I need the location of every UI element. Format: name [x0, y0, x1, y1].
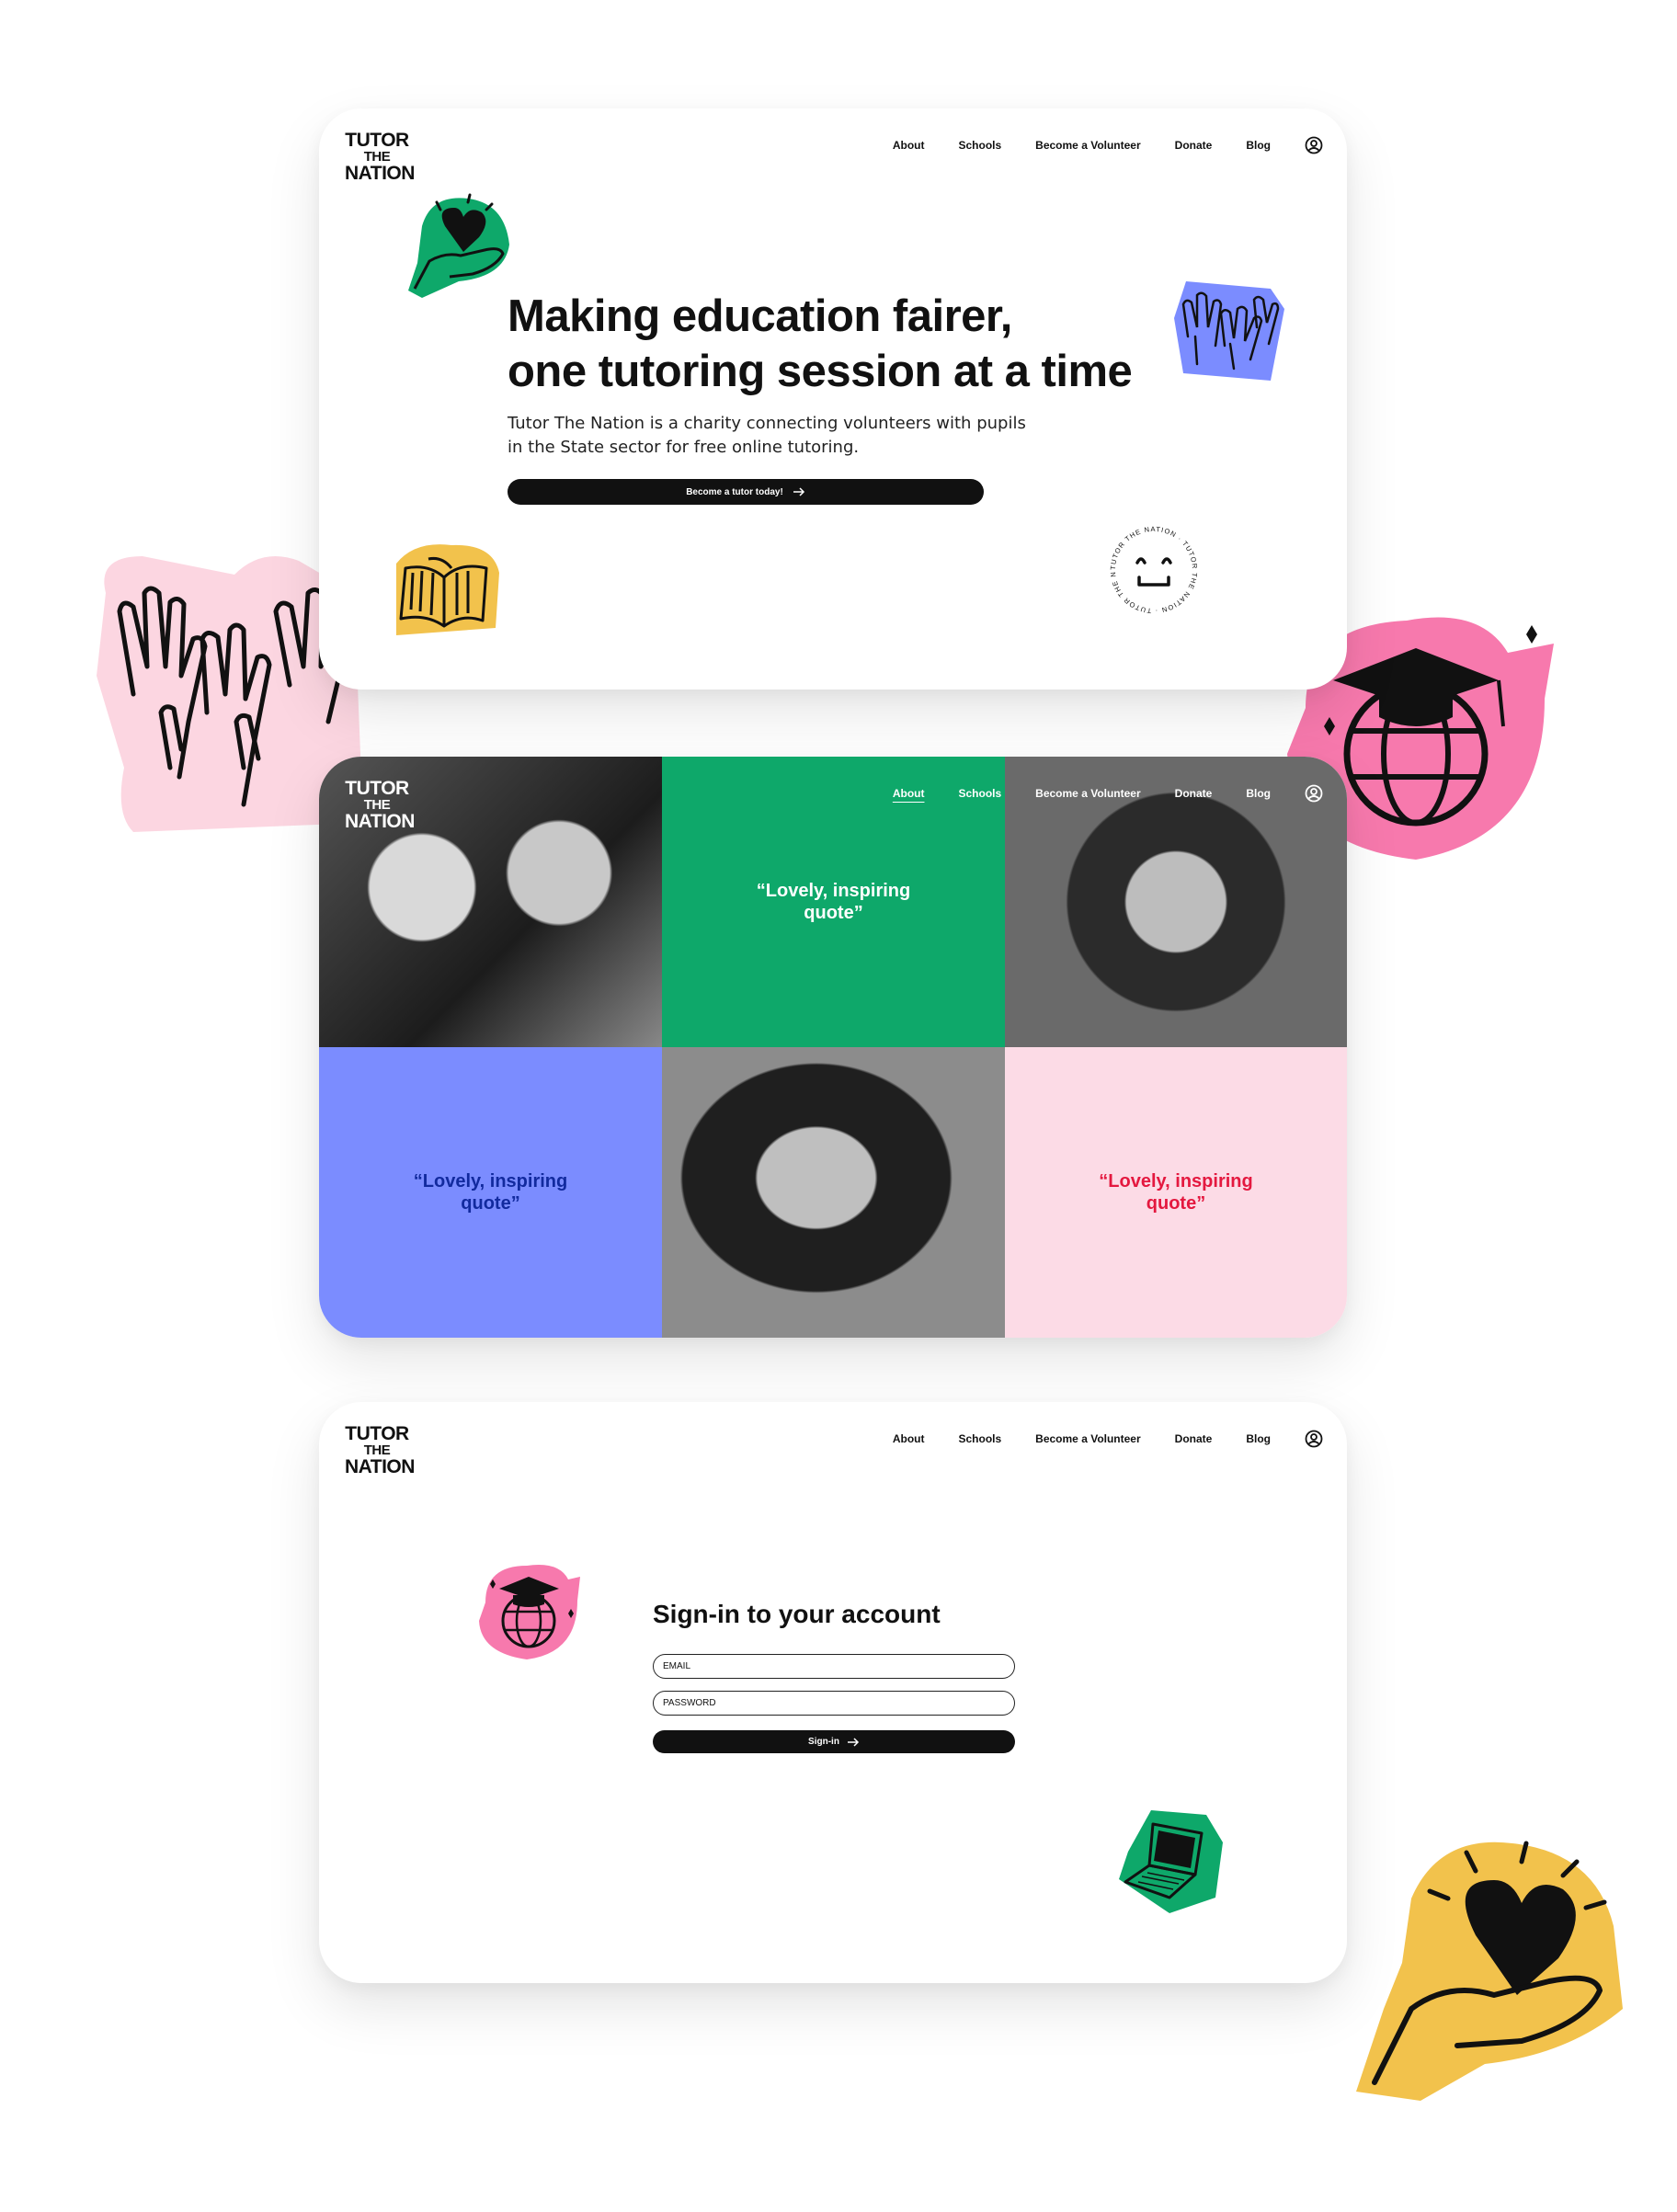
nav-become-volunteer[interactable]: Become a Volunteer — [1035, 1432, 1140, 1445]
become-tutor-button[interactable]: Become a tutor today! — [508, 479, 984, 505]
open-book-sticker — [396, 544, 499, 635]
photo-quote-grid: “Lovely, inspiring quote” “Lovely, inspi… — [319, 757, 1347, 1338]
hero-description-line-1: Tutor The Nation is a charity connecting… — [508, 414, 1026, 433]
user-circle-icon[interactable] — [1305, 784, 1323, 803]
arrow-right-icon — [847, 1737, 859, 1747]
signin-title: Sign-in to your account — [653, 1600, 941, 1628]
logo-line-3: NATION — [345, 1456, 415, 1477]
main-nav: About Schools Become a Volunteer Donate … — [893, 1430, 1323, 1448]
svg-text:TUTOR THE NATION · TUTOR THE N: TUTOR THE NATION · TUTOR THE NATION · TU… — [1104, 520, 1199, 615]
signin-button[interactable]: Sign-in — [653, 1730, 1015, 1753]
nav-blog[interactable]: Blog — [1246, 787, 1271, 800]
quote-text-blue: “Lovely, inspiring quote” — [413, 1171, 568, 1214]
hero-title-line-1: Making education fairer, — [508, 291, 1012, 341]
nav-become-volunteer[interactable]: Become a Volunteer — [1035, 787, 1140, 800]
nav-schools[interactable]: Schools — [958, 787, 1001, 800]
hero-description: Tutor The Nation is a charity connecting… — [508, 412, 1059, 460]
nav-become-volunteer[interactable]: Become a Volunteer — [1035, 139, 1140, 152]
hero-title: Making education fairer, one tutoring se… — [508, 289, 1206, 399]
hero-card: TUTOR THE NATION About Schools Become a … — [319, 108, 1347, 690]
heart-hand-sticker-green — [408, 193, 509, 298]
nav-blog[interactable]: Blog — [1246, 1432, 1271, 1445]
nav-about[interactable]: About — [893, 787, 925, 800]
smile-stamp: TUTOR THE NATION · TUTOR THE NATION · TU… — [1104, 520, 1199, 615]
hero-title-line-2: one tutoring session at a time — [508, 347, 1133, 396]
nav-donate[interactable]: Donate — [1175, 1432, 1213, 1445]
logo-line-1: TUTOR — [345, 130, 409, 151]
gallery-card: “Lovely, inspiring quote” “Lovely, inspi… — [319, 757, 1347, 1338]
logo-line-1: TUTOR — [345, 1423, 409, 1444]
signin-button-label: Sign-in — [808, 1737, 839, 1747]
nav-about[interactable]: About — [893, 1432, 925, 1445]
main-nav: About Schools Become a Volunteer Donate … — [893, 136, 1323, 154]
graduation-globe-sticker-small — [479, 1565, 580, 1659]
laptop-sticker — [1119, 1810, 1223, 1913]
quote-text-green: “Lovely, inspiring quote” — [756, 881, 911, 923]
hero-description-line-2: in the State sector for free online tuto… — [508, 438, 860, 457]
logo-line-1: TUTOR — [345, 778, 409, 799]
quote-text-pink: “Lovely, inspiring quote” — [1099, 1171, 1253, 1214]
photo-girl-freckles — [662, 1047, 1005, 1338]
logo[interactable]: TUTOR THE NATION — [345, 130, 415, 184]
user-circle-icon[interactable] — [1305, 1430, 1323, 1448]
main-nav: About Schools Become a Volunteer Donate … — [893, 784, 1323, 803]
logo-line-3: NATION — [345, 811, 415, 832]
logo[interactable]: TUTOR THE NATION — [345, 778, 415, 832]
nav-donate[interactable]: Donate — [1175, 787, 1213, 800]
nav-donate[interactable]: Donate — [1175, 139, 1213, 152]
user-circle-icon[interactable] — [1305, 136, 1323, 154]
signin-card: TUTOR THE NATION About Schools Become a … — [319, 1402, 1347, 1983]
logo[interactable]: TUTOR THE NATION — [345, 1423, 415, 1477]
cta-label: Become a tutor today! — [686, 486, 783, 497]
nav-schools[interactable]: Schools — [958, 1432, 1001, 1445]
heart-hand-sticker-yellow — [1356, 1841, 1623, 2101]
logo-line-3: NATION — [345, 163, 415, 184]
quote-tile-blue: “Lovely, inspiring quote” — [319, 1047, 662, 1338]
email-field[interactable] — [653, 1654, 1015, 1679]
nav-about[interactable]: About — [893, 139, 925, 152]
password-field[interactable] — [653, 1691, 1015, 1716]
arrow-right-icon — [793, 487, 804, 496]
nav-blog[interactable]: Blog — [1246, 139, 1271, 152]
nav-schools[interactable]: Schools — [958, 139, 1001, 152]
quote-tile-pink: “Lovely, inspiring quote” — [1005, 1047, 1347, 1338]
